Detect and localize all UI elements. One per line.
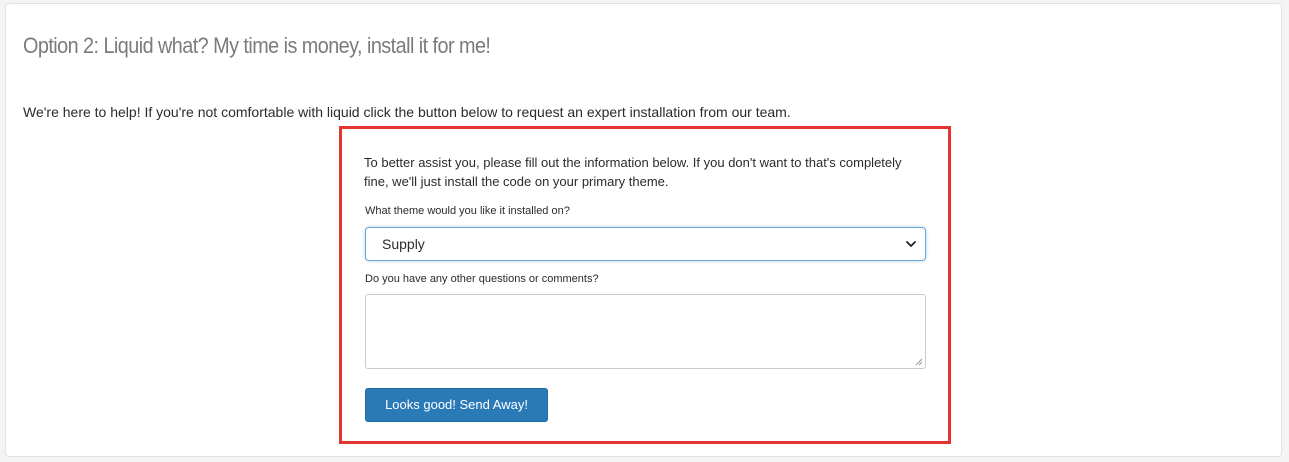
- resize-grip-icon[interactable]: [915, 358, 923, 366]
- section-title: Option 2: Liquid what? My time is money,…: [23, 33, 491, 58]
- install-panel: Option 2: Liquid what? My time is money,…: [5, 3, 1282, 457]
- send-button[interactable]: Looks good! Send Away!: [365, 388, 548, 422]
- install-request-form: To better assist you, please fill out th…: [339, 126, 951, 444]
- page: Option 2: Liquid what? My time is money,…: [0, 0, 1289, 462]
- intro-text: We're here to help! If you're not comfor…: [23, 104, 791, 120]
- theme-select[interactable]: Supply: [365, 227, 926, 261]
- theme-select-value: Supply: [382, 236, 425, 252]
- comments-label: Do you have any other questions or comme…: [365, 273, 599, 285]
- chevron-down-icon: [906, 241, 916, 247]
- theme-label: What theme would you like it installed o…: [365, 205, 570, 217]
- form-description: To better assist you, please fill out th…: [364, 155, 902, 189]
- comments-textarea[interactable]: [365, 294, 926, 369]
